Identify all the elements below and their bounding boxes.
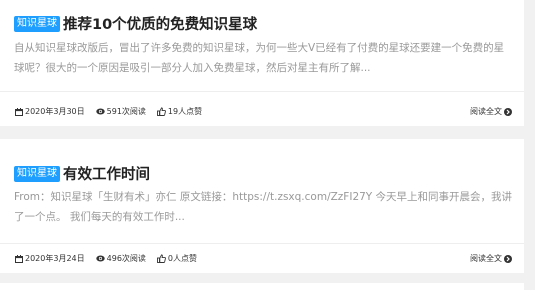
post-excerpt: 自从知识星球改版后，冒出了许多免费的知识星球，为何一些大V已经有了付费的星球还要… — [14, 42, 505, 74]
eye-icon — [95, 254, 105, 263]
post-card: 知识星球 推荐10个优质的免费知识星球 自从知识星球改版后，冒出了许多免费的知识… — [0, 0, 524, 126]
post-card — [0, 283, 524, 290]
post-views-text: 496次阅读 — [106, 254, 146, 263]
post-meta: 2020年3月30日 591次阅读 19人点赞 — [14, 106, 213, 117]
category-badge[interactable]: 知识星球 — [14, 15, 60, 32]
post-views: 591次阅读 — [95, 106, 146, 117]
read-more-label: 阅读全文 — [470, 254, 502, 263]
calendar-icon — [14, 254, 23, 263]
category-badge[interactable]: 知识星球 — [14, 165, 60, 182]
post-excerpt: From：知识星球「生财有术」亦仁 原文链接：https://t.zsxq.co… — [14, 191, 513, 223]
post-meta: 2020年3月24日 496次阅读 0人点赞 — [14, 253, 208, 264]
thumbs-up-icon — [156, 107, 166, 116]
post-title-row: 知识星球 推荐10个优质的免费知识星球 — [14, 13, 257, 34]
post-title[interactable]: 有效工作时间 — [63, 163, 150, 184]
post-likes-text: 19人点赞 — [167, 107, 203, 116]
read-more-label: 阅读全文 — [470, 107, 502, 116]
post-likes: 0人点赞 — [156, 253, 198, 264]
post-date: 2020年3月24日 — [14, 253, 85, 264]
post-title[interactable]: 推荐10个优质的免费知识星球 — [63, 13, 257, 34]
post-date: 2020年3月30日 — [14, 106, 85, 117]
post-date-text: 2020年3月24日 — [25, 254, 85, 263]
calendar-icon — [14, 107, 23, 116]
post-views: 496次阅读 — [95, 253, 146, 264]
post-date-text: 2020年3月30日 — [25, 107, 85, 116]
read-more-link[interactable]: 阅读全文 — [470, 106, 512, 117]
arrow-circle-right-icon — [504, 254, 512, 263]
thumbs-up-icon — [156, 254, 166, 263]
post-views-text: 591次阅读 — [106, 107, 146, 116]
divider — [0, 243, 524, 244]
post-title-row: 知识星球 有效工作时间 — [14, 163, 150, 184]
post-likes: 19人点赞 — [156, 106, 203, 117]
post-likes-text: 0人点赞 — [167, 254, 198, 263]
arrow-circle-right-icon — [504, 107, 512, 116]
post-card: 知识星球 有效工作时间 From：知识星球「生财有术」亦仁 原文链接：https… — [0, 139, 524, 273]
read-more-link[interactable]: 阅读全文 — [470, 253, 512, 264]
eye-icon — [95, 107, 105, 116]
divider — [0, 91, 524, 92]
